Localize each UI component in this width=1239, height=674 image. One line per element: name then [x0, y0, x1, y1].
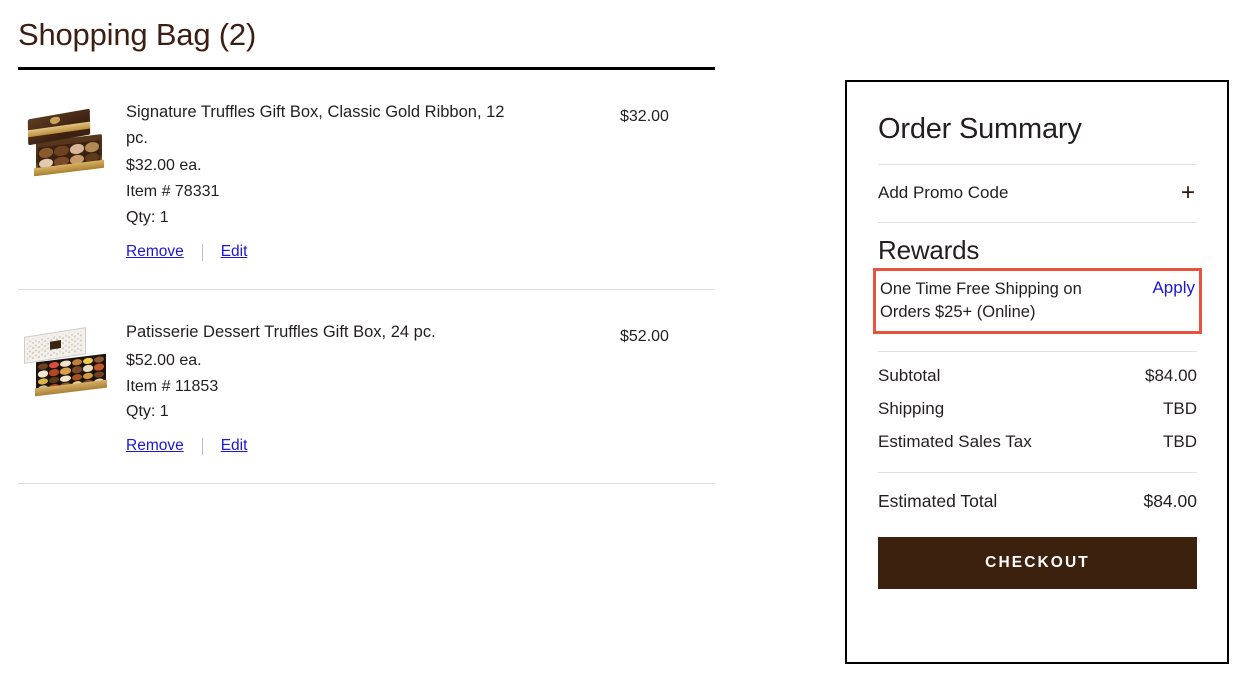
action-separator: [201, 437, 203, 455]
sales-tax-label: Estimated Sales Tax: [878, 432, 1032, 452]
estimated-total-label: Estimated Total: [878, 490, 998, 511]
add-promo-code-row[interactable]: Add Promo Code +: [878, 165, 1197, 222]
edit-link[interactable]: Edit: [221, 243, 248, 261]
shopping-bag-page: Shopping Bag (2) Signature Truffles Gift…: [0, 0, 1239, 674]
product-unit-price: $32.00 ea.: [126, 157, 202, 175]
bag-item-row: Patisserie Dessert Truffles Gift Box, 24…: [18, 290, 718, 483]
page-title: Shopping Bag (2): [18, 17, 257, 52]
order-summary-title: Order Summary: [878, 113, 1082, 145]
plus-icon[interactable]: +: [1181, 180, 1197, 205]
action-separator: [201, 243, 203, 261]
subtotal-value: $84.00: [1145, 366, 1197, 386]
product-quantity: Qty: 1: [126, 209, 169, 227]
total-row-subtotal: Subtotal $84.00: [878, 352, 1197, 393]
product-line-price: $52.00: [620, 328, 669, 346]
product-actions: Remove Edit: [126, 437, 596, 455]
product-name[interactable]: Signature Truffles Gift Box, Classic Gol…: [126, 100, 526, 151]
total-row-shipping: Shipping TBD: [878, 393, 1197, 426]
product-info: Signature Truffles Gift Box, Classic Gol…: [126, 100, 608, 261]
product-actions: Remove Edit: [126, 243, 596, 261]
product-item-number: Item # 11853: [126, 377, 219, 395]
shipping-value: TBD: [1163, 399, 1197, 419]
checkout-button[interactable]: CHECKOUT: [878, 536, 1197, 589]
estimated-total-row: Estimated Total $84.00: [878, 473, 1197, 512]
apply-reward-link[interactable]: Apply: [1144, 278, 1195, 298]
edit-link[interactable]: Edit: [221, 437, 248, 455]
product-name[interactable]: Patisserie Dessert Truffles Gift Box, 24…: [126, 320, 526, 346]
remove-link[interactable]: Remove: [126, 243, 184, 261]
product-quantity: Qty: 1: [126, 403, 169, 421]
rewards-heading: Rewards: [878, 234, 980, 265]
product-thumbnail-patisserie-truffles[interactable]: [22, 327, 112, 400]
product-info: Patisserie Dessert Truffles Gift Box, 24…: [126, 320, 608, 455]
bag-column: Shopping Bag (2) Signature Truffles Gift…: [18, 0, 718, 485]
product-thumbnail-cell: [18, 100, 126, 180]
product-thumbnail-signature-truffles[interactable]: [22, 108, 112, 180]
product-item-number: Item # 78331: [126, 183, 220, 201]
estimated-total-value: $84.00: [1143, 490, 1197, 511]
order-summary-panel: Order Summary Add Promo Code + Rewards O…: [845, 80, 1229, 664]
product-line-price: $32.00: [620, 108, 669, 126]
bag-bottom-divider: [18, 483, 715, 485]
remove-link[interactable]: Remove: [126, 437, 184, 455]
subtotal-label: Subtotal: [878, 366, 941, 386]
sales-tax-value: TBD: [1163, 432, 1197, 452]
add-promo-code-label: Add Promo Code: [878, 182, 1009, 202]
product-thumbnail-cell: [18, 320, 126, 400]
product-unit-price: $52.00 ea.: [126, 351, 202, 369]
total-row-sales-tax: Estimated Sales Tax TBD: [878, 426, 1197, 459]
shipping-label: Shipping: [878, 399, 945, 419]
reward-offer-row[interactable]: One Time Free Shipping on Orders $25+ (O…: [873, 267, 1202, 335]
reward-offer-text: One Time Free Shipping on Orders $25+ (O…: [880, 279, 1082, 321]
order-totals: Subtotal $84.00 Shipping TBD Estimated S…: [878, 329, 1197, 512]
bag-item-row: Signature Truffles Gift Box, Classic Gol…: [18, 70, 718, 289]
